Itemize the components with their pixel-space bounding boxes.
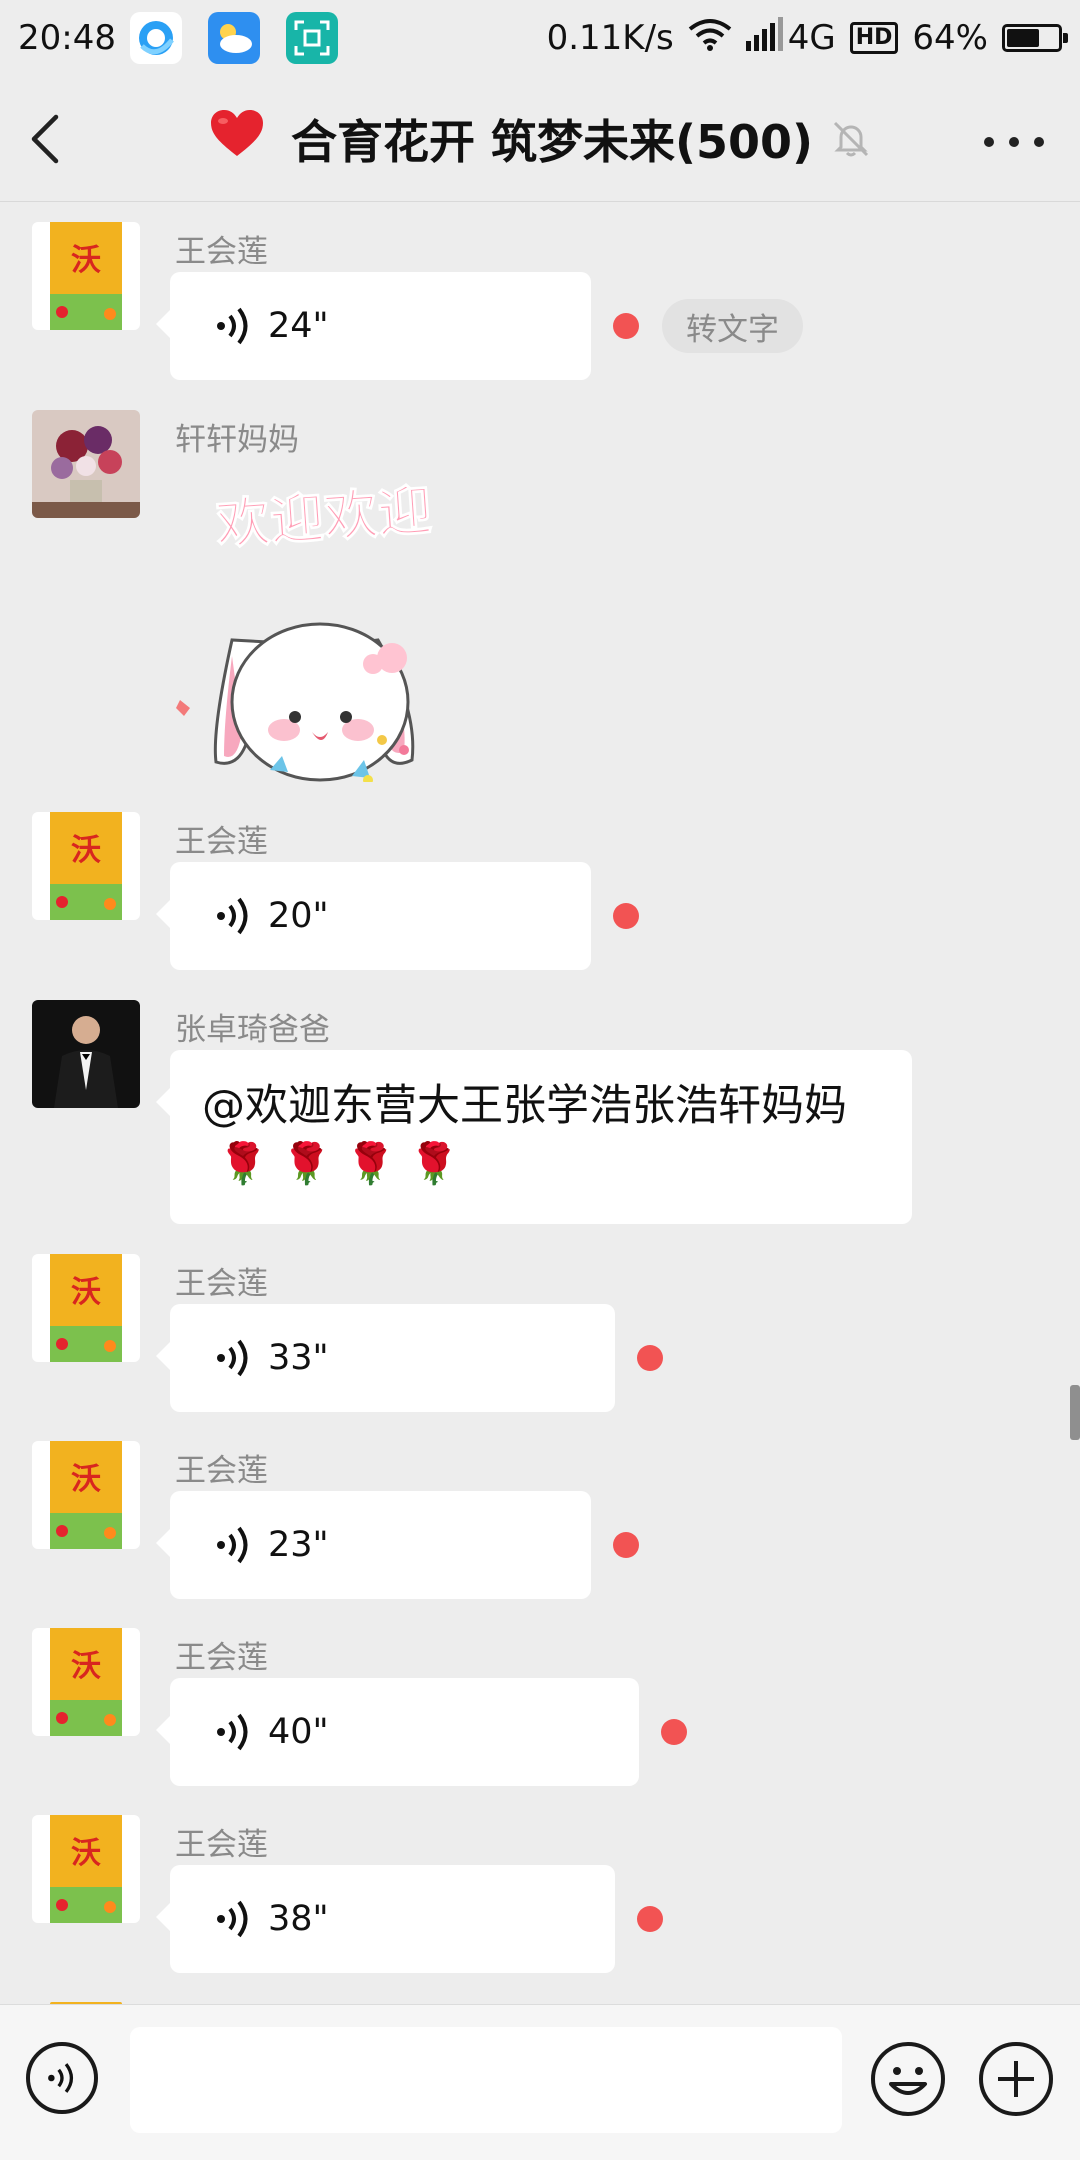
sender-name: 王会莲 <box>175 1266 268 1302</box>
scrollbar-thumb[interactable] <box>1070 1385 1080 1440</box>
voice-wave-icon <box>217 307 248 345</box>
chat-header: 合育花开 筑梦未来(500) <box>0 76 1080 202</box>
voice-message-bubble[interactable]: 40" <box>156 1678 639 1786</box>
browser-app-icon <box>129 12 182 64</box>
avatar[interactable] <box>32 1000 140 1108</box>
svg-text:沃: 沃 <box>71 243 101 278</box>
signal-icon <box>745 16 786 60</box>
unread-dot <box>637 1906 663 1932</box>
message-text: @欢迦东营大王张学浩张浩轩妈妈 <box>202 1081 847 1131</box>
more-dots-icon <box>984 137 994 147</box>
avatar[interactable]: 沃 <box>32 812 140 920</box>
sender-name: 轩轩妈妈 <box>175 422 299 458</box>
svg-text:沃: 沃 <box>71 1649 101 1684</box>
sender-name: 张卓琦爸爸 <box>175 1012 330 1048</box>
svg-text:沃: 沃 <box>71 833 101 868</box>
plus-icon <box>998 2061 1034 2097</box>
heart-emoji <box>209 108 265 171</box>
voice-message-bubble[interactable]: 33" <box>156 1304 615 1412</box>
wifi-icon <box>688 17 732 60</box>
voice-duration: 33" <box>268 1338 329 1378</box>
voice-duration: 23" <box>268 1525 329 1565</box>
voice-duration: 40" <box>268 1712 329 1752</box>
unread-dot <box>661 1719 687 1745</box>
weather-app-icon <box>207 12 260 64</box>
unread-dot <box>637 1345 663 1371</box>
svg-text:沃: 沃 <box>71 1275 101 1310</box>
avatar[interactable]: 沃 <box>32 1628 140 1736</box>
voice-message-bubble[interactable]: 20" <box>156 862 591 970</box>
voice-toggle-icon <box>48 2063 74 2093</box>
avatar[interactable]: 沃 <box>32 1815 140 1923</box>
rose-emojis: 🌹🌹🌹🌹 <box>218 1141 474 1187</box>
unread-dot <box>613 1532 639 1558</box>
sender-name: 王会莲 <box>175 824 268 860</box>
battery-percent: 64% <box>912 18 988 58</box>
voice-toggle-button[interactable] <box>26 2042 98 2114</box>
voice-duration: 20" <box>268 896 329 936</box>
sender-name: 王会莲 <box>175 1827 268 1863</box>
avatar[interactable]: 沃 <box>32 1441 140 1549</box>
battery-fill <box>1007 29 1039 47</box>
svg-text:沃: 沃 <box>71 1836 101 1871</box>
unread-dot <box>613 903 639 929</box>
bell-off-icon <box>833 121 869 157</box>
voice-duration: 38" <box>268 1899 329 1939</box>
transcribe-button[interactable]: 转文字 <box>662 299 803 353</box>
voice-duration: 24" <box>268 306 329 346</box>
smiley-icon <box>889 2067 927 2095</box>
status-time: 20:48 <box>18 18 116 58</box>
text-message-bubble[interactable]: @欢迦东营大王张学浩张浩轩妈妈 🌹🌹🌹🌹 <box>156 1050 912 1224</box>
voice-message-bubble[interactable]: 23" <box>156 1491 591 1599</box>
sticker-image[interactable]: 欢迎欢迎 <box>172 478 472 785</box>
hd-badge: HD <box>849 22 899 54</box>
sender-name: 王会莲 <box>175 1453 268 1489</box>
voice-wave-icon <box>217 897 248 935</box>
sticker-caption: 欢迎欢迎 <box>213 480 434 557</box>
emoji-button[interactable] <box>871 2042 945 2116</box>
voice-wave-icon <box>217 1339 248 1377</box>
input-bar <box>0 2004 1080 2160</box>
message-input[interactable] <box>130 2027 842 2133</box>
battery-icon <box>1002 24 1068 52</box>
voice-wave-icon <box>217 1713 248 1751</box>
chat-title[interactable]: 合育花开 筑梦未来(500) <box>291 106 813 172</box>
svg-text:沃: 沃 <box>71 1462 101 1497</box>
avatar[interactable] <box>32 410 140 518</box>
avatar[interactable]: 沃 <box>32 1254 140 1362</box>
more-options-button[interactable] <box>984 122 1044 162</box>
unread-dot <box>613 313 639 339</box>
sender-name: 王会莲 <box>175 234 268 270</box>
sender-name: 王会莲 <box>175 1640 268 1676</box>
scan-app-icon <box>285 12 338 64</box>
voice-wave-icon <box>217 1900 248 1938</box>
voice-message-bubble[interactable]: 24" <box>156 272 591 380</box>
more-functions-button[interactable] <box>979 2042 1053 2116</box>
voice-message-bubble[interactable]: 38" <box>156 1865 615 1973</box>
network-speed: 0.11K/s <box>546 18 674 58</box>
network-type: 4G <box>787 18 836 58</box>
voice-wave-icon <box>217 1526 248 1564</box>
avatar[interactable]: 沃 <box>32 222 140 330</box>
status-bar: 20:48 0.11K/s 4G HD 64% <box>0 0 1080 76</box>
